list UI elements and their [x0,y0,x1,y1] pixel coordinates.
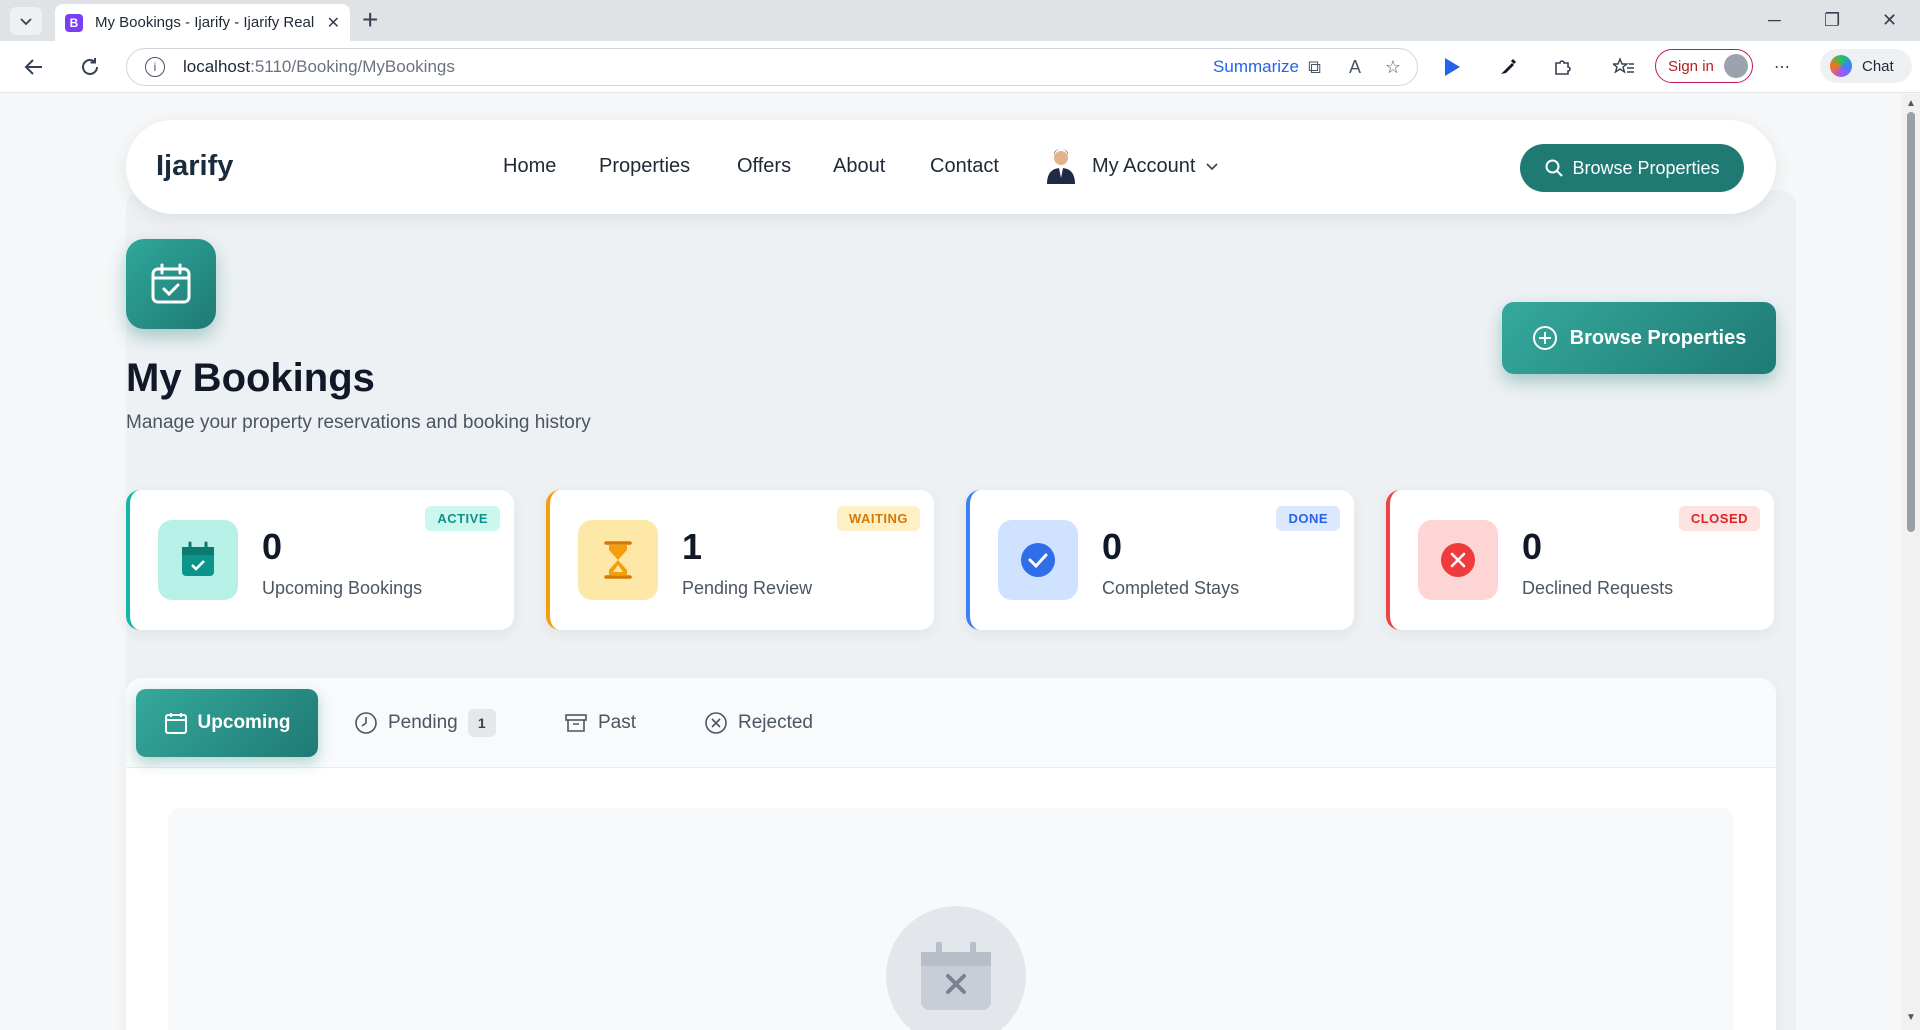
stat-label: Upcoming Bookings [262,578,423,598]
site-info-icon[interactable]: i [145,57,165,77]
tab-rejected[interactable]: Rejected [704,689,813,757]
url-text: localhost:5110/Booking/MyBookings [183,57,455,76]
tab-list-button[interactable] [10,7,42,35]
scroll-down-arrow-icon[interactable]: ▼ [1906,1012,1916,1023]
play-arrow-icon[interactable] [1438,53,1466,81]
plus-circle-icon [1532,326,1557,350]
new-tab-plus-icon[interactable]: + [362,6,378,34]
nav-link-home[interactable]: Home [503,155,556,178]
sign-in-button[interactable]: Sign in [1655,49,1753,83]
archive-icon [565,714,587,732]
stat-value: 0 [1522,526,1543,567]
brand-logo[interactable]: Ijarify [156,150,233,183]
stat-value: 0 [262,526,283,567]
copilot-chat-button[interactable]: Chat [1820,49,1912,83]
site-navbar: Ijarify Home Properties Offers About Con… [126,120,1776,214]
calendar-x-icon [921,942,991,1010]
chevron-down-icon [20,18,32,26]
chevron-down-icon [1206,163,1218,171]
summarize-icon: ⧉ [1308,57,1321,77]
x-circle-outline-icon [705,712,727,734]
window-close-icon[interactable]: ✕ [1882,10,1897,31]
status-badge: WAITING [836,506,920,531]
page-viewport: Ijarify Home Properties Offers About Con… [0,94,1902,1030]
navbar-browse-properties-button[interactable]: Browse Properties [1520,144,1744,192]
x-circle-icon [1418,520,1498,600]
page-subtitle: Manage your property reservations and bo… [126,412,591,433]
reload-icon[interactable] [76,53,104,81]
summarize-button[interactable]: Summarize [1213,57,1299,77]
nav-link-about[interactable]: About [833,155,885,178]
pending-count-badge: 1 [467,709,496,737]
profile-avatar-icon [1723,54,1748,78]
stat-card-declined: 0 Declined Requests CLOSED [1386,490,1774,630]
tab-past[interactable]: Past [564,689,636,757]
stat-card-pending: 1 Pending Review WAITING [546,490,934,630]
header-browse-properties-button[interactable]: Browse Properties [1502,302,1776,374]
scrollbar-thumb[interactable] [1907,112,1915,532]
back-arrow-icon[interactable] [20,53,48,81]
browser-toolbar: i localhost:5110/Booking/MyBookings Summ… [0,41,1920,93]
calendar-icon [164,713,187,734]
user-avatar-icon [1047,149,1075,184]
browser-tab[interactable]: B My Bookings - Ijarify - Ijarify Real ✕ [55,4,350,41]
favorite-star-icon[interactable]: ☆ [1385,57,1401,78]
stat-label: Pending Review [682,578,813,598]
scroll-up-arrow-icon[interactable]: ▲ [1906,98,1916,109]
tabs-header: Upcoming Pending 1 Past Rejected [126,678,1776,768]
tab-upcoming[interactable]: Upcoming [136,689,318,757]
favicon-icon: B [65,13,83,32]
tab-pending[interactable]: Pending 1 [354,689,496,757]
calendar-check-icon [126,239,216,329]
calendar-check-icon [158,520,238,600]
browser-tab-bar: B My Bookings - Ijarify - Ijarify Real ✕… [0,0,1920,41]
browser-tab-title: My Bookings - Ijarify - Ijarify Real [95,14,315,31]
stat-value: 0 [1102,526,1123,567]
check-circle-icon [998,520,1078,600]
clock-icon [355,712,377,734]
status-badge: ACTIVE [425,506,500,531]
nav-link-contact[interactable]: Contact [930,155,999,178]
search-icon [1545,159,1564,177]
stat-value: 1 [682,526,703,567]
restore-icon[interactable]: ❐ [1824,10,1840,31]
nav-link-offers[interactable]: Offers [737,155,791,178]
extensions-puzzle-icon[interactable] [1548,53,1576,81]
more-options-icon[interactable]: ⋯ [1768,53,1796,81]
status-badge: CLOSED [1678,506,1760,531]
my-account-dropdown[interactable]: My Account [1092,155,1219,178]
pen-icon[interactable] [1494,53,1522,81]
page-title: My Bookings [126,356,375,400]
page-scrollbar[interactable]: ▲ ▼ [1902,94,1920,1030]
read-aloud-icon[interactable]: A [1349,57,1361,78]
nav-link-properties[interactable]: Properties [599,155,690,178]
stat-card-completed: 0 Completed Stays DONE [966,490,1354,630]
favorites-list-icon[interactable] [1610,53,1638,81]
copilot-icon [1830,55,1852,77]
address-bar[interactable]: i localhost:5110/Booking/MyBookings Summ… [126,48,1418,86]
hourglass-icon [578,520,658,600]
status-badge: DONE [1276,506,1340,531]
stat-card-upcoming: 0 Upcoming Bookings ACTIVE [126,490,514,630]
stat-label: Declined Requests [1522,578,1674,598]
bookings-tabs-card: Upcoming Pending 1 Past Rejected [126,678,1776,1030]
minimize-icon[interactable]: ─ [1768,10,1781,31]
close-icon[interactable]: ✕ [327,13,340,33]
stat-label: Completed Stays [1102,578,1240,598]
